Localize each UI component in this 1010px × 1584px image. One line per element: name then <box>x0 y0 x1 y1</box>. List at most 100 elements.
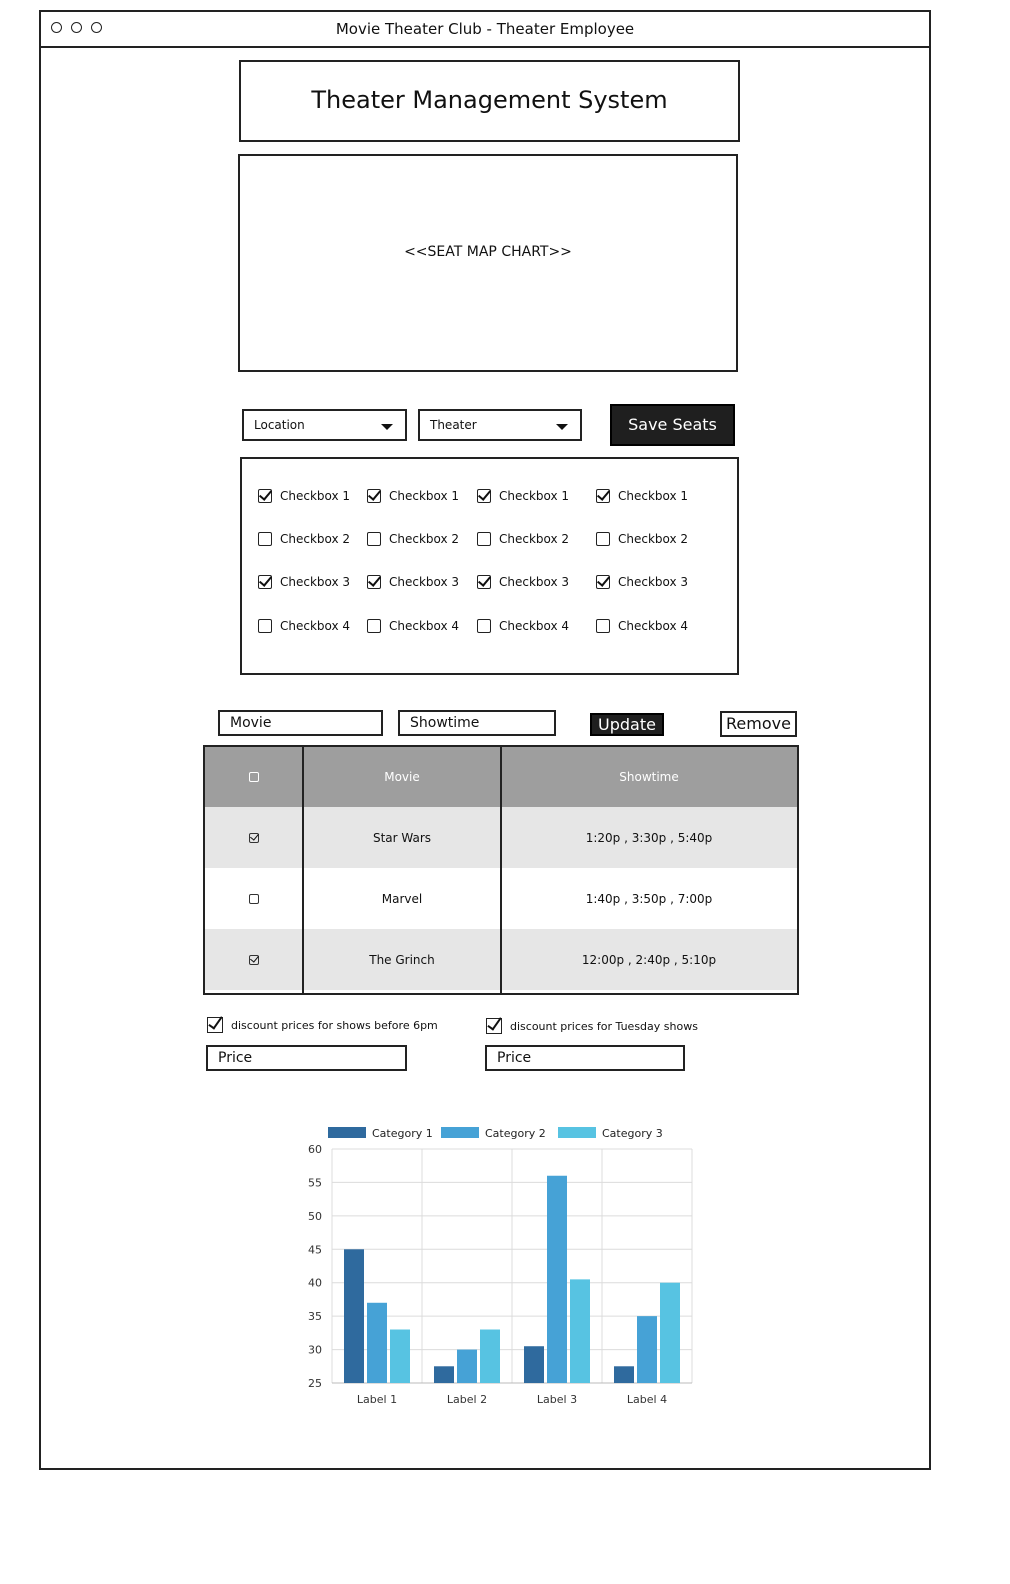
remove-button[interactable]: Remove <box>720 711 797 737</box>
seat-checkbox-option[interactable]: Checkbox 4 <box>596 619 688 633</box>
seat-checkbox-label: Checkbox 4 <box>618 619 689 633</box>
showtime-input[interactable]: Showtime <box>398 710 556 736</box>
x-tick-label: Label 2 <box>447 1393 487 1406</box>
seat-checkbox-option[interactable]: Checkbox 3 <box>258 575 350 589</box>
seat-map-label: <<SEAT MAP CHART>> <box>404 244 572 260</box>
checkbox-unchecked-icon[interactable] <box>258 532 272 546</box>
seat-checkbox-label: Checkbox 1 <box>618 489 689 503</box>
seat-checkbox-label: Checkbox 1 <box>389 489 460 503</box>
showtime-table: Movie Showtime Star Wars 1:20p , 3:30p , … <box>203 745 799 995</box>
legend-label: Category 3 <box>602 1127 663 1140</box>
seat-checkbox-option[interactable]: Checkbox 4 <box>477 619 569 633</box>
chart-bar <box>390 1329 410 1383</box>
seat-checkbox-label: Checkbox 1 <box>280 489 351 503</box>
checkbox-checked-icon[interactable] <box>477 489 491 503</box>
y-tick-label: 30 <box>308 1344 322 1357</box>
movie-input-placeholder: Movie <box>230 715 272 731</box>
row-select-cell <box>205 807 303 868</box>
x-tick-label: Label 1 <box>357 1393 397 1406</box>
discount-before-6pm-label: discount prices for shows before 6pm <box>231 1018 438 1032</box>
discount-tuesday-option[interactable]: discount prices for Tuesday shows <box>486 1018 698 1034</box>
seat-checkbox-label: Checkbox 1 <box>499 489 570 503</box>
checkbox-checked-icon[interactable] <box>477 575 491 589</box>
movie-input[interactable]: Movie <box>218 710 383 736</box>
checkbox-unchecked-icon[interactable] <box>258 619 272 633</box>
y-tick-label: 60 <box>308 1143 322 1156</box>
seat-checkbox-label: Checkbox 4 <box>389 619 460 633</box>
seat-checkbox-option[interactable]: Checkbox 2 <box>367 532 459 546</box>
seat-checkbox-option[interactable]: Checkbox 3 <box>477 575 569 589</box>
row-select-cell <box>205 868 303 929</box>
price-tuesday-input[interactable]: Price <box>485 1045 685 1071</box>
chart-bar <box>614 1366 634 1383</box>
price-before-6pm-input[interactable]: Price <box>206 1045 407 1071</box>
showtime-cell: 1:40p , 3:50p , 7:00p <box>585 891 713 906</box>
legend-swatch <box>558 1127 596 1138</box>
chart-bar <box>524 1346 544 1383</box>
location-select[interactable]: Location <box>242 409 407 441</box>
seat-checkbox-label: Checkbox 2 <box>280 532 351 546</box>
y-tick-label: 25 <box>308 1377 322 1390</box>
y-tick-label: 45 <box>308 1243 322 1256</box>
x-tick-label: Label 3 <box>537 1393 577 1406</box>
checkbox-unchecked-icon[interactable] <box>596 532 610 546</box>
row-checkbox[interactable] <box>249 832 259 843</box>
page-title: Theater Management System <box>311 86 668 114</box>
seat-checkbox-option[interactable]: Checkbox 2 <box>258 532 350 546</box>
seat-checkbox-option[interactable]: Checkbox 3 <box>367 575 459 589</box>
checkbox-checked-icon[interactable] <box>596 575 610 589</box>
checkbox-unchecked-icon[interactable] <box>596 619 610 633</box>
seat-checkbox-label: Checkbox 3 <box>618 575 689 589</box>
showtime-cell: 12:00p , 2:40p , 5:10p <box>581 952 717 967</box>
row-checkbox[interactable] <box>249 893 259 904</box>
chart-bar <box>480 1329 500 1383</box>
seat-checkbox-option[interactable]: Checkbox 3 <box>596 575 688 589</box>
seat-checkbox-option[interactable]: Checkbox 2 <box>596 532 688 546</box>
seat-checkbox-option[interactable]: Checkbox 4 <box>258 619 350 633</box>
checkbox-checked-icon[interactable] <box>367 489 381 503</box>
discount-before-6pm-checkbox[interactable] <box>207 1017 223 1033</box>
table-header-showtime[interactable]: Showtime <box>501 747 797 807</box>
checkbox-checked-icon[interactable] <box>258 575 272 589</box>
movie-cell: Marvel <box>381 891 423 906</box>
seat-checkbox-option[interactable]: Checkbox 1 <box>258 489 350 503</box>
location-select-label: Location <box>254 418 305 432</box>
table-header-movie[interactable]: Movie <box>303 747 501 807</box>
discount-tuesday-checkbox[interactable] <box>486 1018 502 1034</box>
discount-before-6pm-option[interactable]: discount prices for shows before 6pm <box>207 1017 438 1033</box>
checkbox-unchecked-icon[interactable] <box>367 619 381 633</box>
checkbox-checked-icon[interactable] <box>596 489 610 503</box>
seat-checkbox-option[interactable]: Checkbox 4 <box>367 619 459 633</box>
chart-bar <box>457 1349 477 1383</box>
seat-checkbox-option[interactable]: Checkbox 1 <box>596 489 688 503</box>
row-select-cell <box>205 929 303 990</box>
theater-select[interactable]: Theater <box>418 409 582 441</box>
x-tick-label: Label 4 <box>627 1393 667 1406</box>
showtime-cell: 1:20p , 3:30p , 5:40p <box>585 830 713 845</box>
save-seats-button[interactable]: Save Seats <box>610 404 735 446</box>
price-tuesday-placeholder: Price <box>497 1050 532 1066</box>
price-before-6pm-placeholder: Price <box>218 1050 253 1066</box>
seat-checkbox-label: Checkbox 2 <box>499 532 570 546</box>
checkbox-unchecked-icon[interactable] <box>367 532 381 546</box>
checkbox-unchecked-icon[interactable] <box>477 532 491 546</box>
row-checkbox[interactable] <box>249 954 259 965</box>
seat-checkbox-label: Checkbox 2 <box>618 532 689 546</box>
select-all-checkbox[interactable] <box>249 772 259 782</box>
seat-checkbox-label: Checkbox 2 <box>389 532 460 546</box>
chart-bar <box>344 1249 364 1383</box>
header-box: Theater Management System <box>239 60 740 142</box>
y-tick-label: 35 <box>308 1310 322 1323</box>
update-button[interactable]: Update <box>590 713 664 736</box>
window-title: Movie Theater Club - Theater Employee <box>335 20 635 38</box>
seat-checkbox-option[interactable]: Checkbox 1 <box>477 489 569 503</box>
seat-checkbox-label: Checkbox 3 <box>280 575 351 589</box>
checkbox-checked-icon[interactable] <box>367 575 381 589</box>
seat-checkbox-option[interactable]: Checkbox 1 <box>367 489 459 503</box>
seat-checkbox-option[interactable]: Checkbox 2 <box>477 532 569 546</box>
checkbox-checked-icon[interactable] <box>258 489 272 503</box>
window-titlebar: Movie Theater Club - Theater Employee <box>41 12 929 48</box>
seat-map-chart[interactable]: <<SEAT MAP CHART>> <box>238 154 738 372</box>
checkbox-unchecked-icon[interactable] <box>477 619 491 633</box>
movie-cell: Star Wars <box>372 830 432 845</box>
